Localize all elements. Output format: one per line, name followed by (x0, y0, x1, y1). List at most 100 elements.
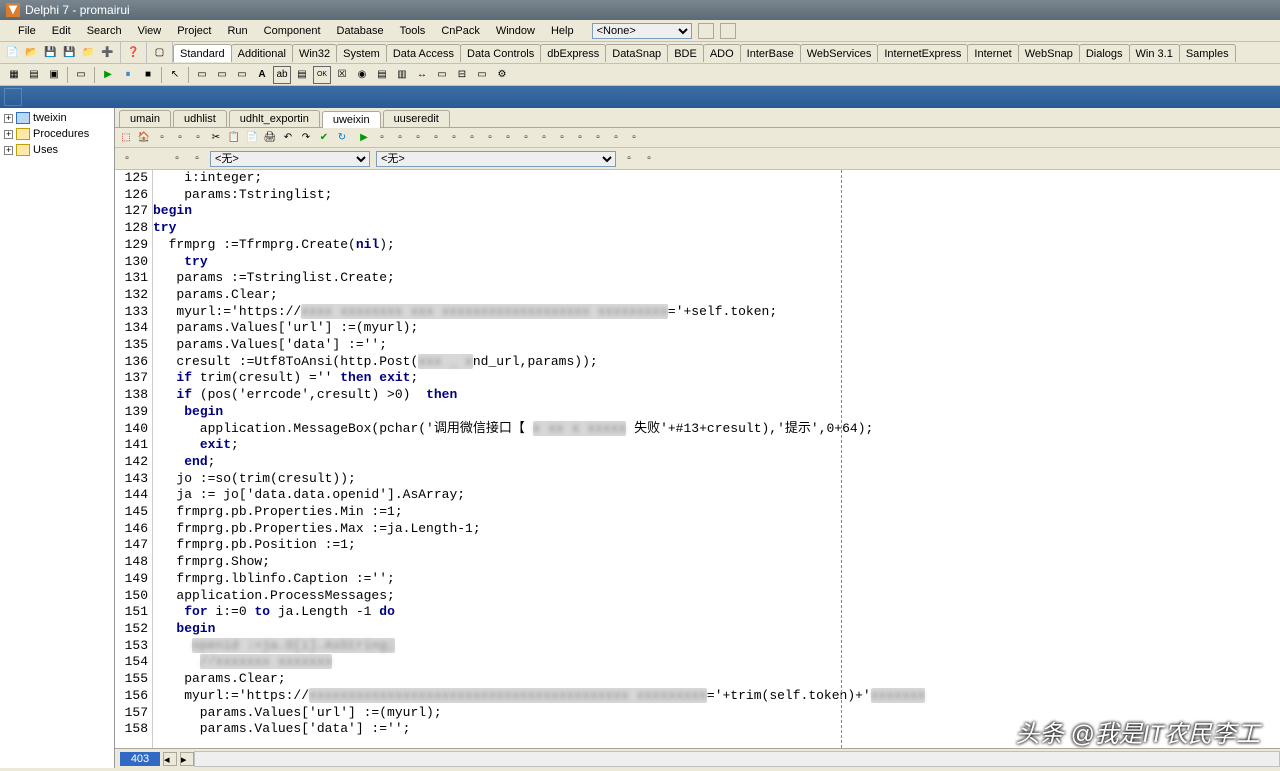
file-tab-udhlt_exportin[interactable]: udhlt_exportin (229, 110, 320, 127)
et-btn16[interactable]: ▫ (392, 130, 408, 146)
et-btn28[interactable]: ▫ (608, 130, 624, 146)
toggle-btn[interactable]: ▣ (45, 66, 63, 84)
help-btn[interactable]: ❓ (125, 44, 142, 61)
et-btn23[interactable]: ▫ (518, 130, 534, 146)
palette-tab-interbase[interactable]: InterBase (740, 44, 801, 62)
openproj-btn[interactable]: 📁 (80, 44, 97, 61)
et-btn20[interactable]: ▫ (464, 130, 480, 146)
file-tab-uuseredit[interactable]: uuseredit (383, 110, 450, 127)
et-btn27[interactable]: ▫ (590, 130, 606, 146)
scroll-left-btn[interactable]: ◂ (163, 752, 177, 766)
nav-icon5[interactable]: ▫ (640, 151, 658, 167)
palette-tab-ado[interactable]: ADO (703, 44, 741, 62)
et-paste-icon[interactable]: 📄 (244, 130, 260, 146)
menu-database[interactable]: Database (329, 23, 392, 39)
palette-tab-internet[interactable]: Internet (967, 44, 1018, 62)
comp-ok-icon[interactable]: OK (313, 66, 331, 84)
addfile-btn[interactable]: ➕ (99, 44, 116, 61)
et-home-icon[interactable]: 🏠 (136, 130, 152, 146)
comp-list-icon[interactable]: ▤ (373, 66, 391, 84)
doc-btn-1[interactable] (4, 88, 22, 106)
comp-check-icon[interactable]: ☒ (333, 66, 351, 84)
file-tab-udhlist[interactable]: udhlist (173, 110, 227, 127)
palette-tab-webservices[interactable]: WebServices (800, 44, 879, 62)
menu-window[interactable]: Window (488, 23, 543, 39)
cursor-icon[interactable]: ↖ (166, 66, 184, 84)
et-btn5[interactable]: ▫ (190, 130, 206, 146)
palette-tab-bde[interactable]: BDE (667, 44, 704, 62)
et-check-icon[interactable]: ✔ (316, 130, 332, 146)
et-btn17[interactable]: ▫ (410, 130, 426, 146)
palette-tab-dbexpress[interactable]: dbExpress (540, 44, 606, 62)
palette-tab-additional[interactable]: Additional (231, 44, 293, 62)
palette-tab-win-3.1[interactable]: Win 3.1 (1129, 44, 1180, 62)
menu-view[interactable]: View (130, 23, 170, 39)
et-copy-icon[interactable]: 📋 (226, 130, 242, 146)
menu-cnpack[interactable]: CnPack (433, 23, 488, 39)
comp-combo-icon[interactable]: ▥ (393, 66, 411, 84)
tree-item-procedures[interactable]: +Procedures (2, 126, 112, 142)
et-btn25[interactable]: ▫ (554, 130, 570, 146)
nav-icon3[interactable]: ▫ (188, 151, 206, 167)
et-undo-icon[interactable]: ↶ (280, 130, 296, 146)
menu-btn-1[interactable] (698, 23, 714, 39)
palette-tab-data-controls[interactable]: Data Controls (460, 44, 541, 62)
comp3-icon[interactable]: ▭ (233, 66, 251, 84)
comp-panel-icon[interactable]: ▭ (473, 66, 491, 84)
class-combo[interactable]: <无> (210, 151, 370, 167)
palette-tab-data-access[interactable]: Data Access (386, 44, 461, 62)
et-btn21[interactable]: ▫ (482, 130, 498, 146)
comp-radio-icon[interactable]: ◉ (353, 66, 371, 84)
method-combo[interactable]: <无> (376, 151, 616, 167)
code-area[interactable]: i:integer; params:Tstringlist; begin try… (153, 170, 1280, 748)
et-btn22[interactable]: ▫ (500, 130, 516, 146)
et-redo-icon[interactable]: ↷ (298, 130, 314, 146)
view-unit-btn[interactable]: ▦ (5, 66, 23, 84)
comp-edit-icon[interactable]: ab (273, 66, 291, 84)
tree-item-tweixin[interactable]: +tweixin (2, 110, 112, 126)
et-btn1[interactable]: ⬚ (118, 130, 134, 146)
menu-run[interactable]: Run (219, 23, 255, 39)
et-btn19[interactable]: ▫ (446, 130, 462, 146)
pointer-btn[interactable]: ▢ (151, 44, 168, 61)
comp-memo-icon[interactable]: ▤ (293, 66, 311, 84)
palette-tab-internetexpress[interactable]: InternetExpress (877, 44, 968, 62)
et-btn29[interactable]: ▫ (626, 130, 642, 146)
et-run-icon[interactable]: ▶ (356, 130, 372, 146)
expand-icon[interactable]: + (4, 114, 13, 123)
comp-radiog-icon[interactable]: ⊟ (453, 66, 471, 84)
file-tab-umain[interactable]: umain (119, 110, 171, 127)
open-btn[interactable]: 📂 (23, 44, 40, 61)
project-combo[interactable]: <None> (592, 23, 692, 39)
menu-btn-2[interactable] (720, 23, 736, 39)
nav-icon2[interactable]: ▫ (168, 151, 186, 167)
menu-file[interactable]: File (10, 23, 44, 39)
comp1-icon[interactable]: ▭ (193, 66, 211, 84)
et-btn24[interactable]: ▫ (536, 130, 552, 146)
et-btn4[interactable]: ▫ (172, 130, 188, 146)
palette-tab-samples[interactable]: Samples (1179, 44, 1236, 62)
palette-tab-datasnap[interactable]: DataSnap (605, 44, 668, 62)
save-btn[interactable]: 💾 (42, 44, 59, 61)
et-btn3[interactable]: ▫ (154, 130, 170, 146)
view-form-btn[interactable]: ▤ (25, 66, 43, 84)
palette-tab-standard[interactable]: Standard (173, 44, 232, 62)
menu-search[interactable]: Search (79, 23, 130, 39)
run-btn[interactable]: ▶ (99, 66, 117, 84)
saveall-btn[interactable]: 💾 (61, 44, 78, 61)
h-scrollbar[interactable] (194, 751, 1280, 767)
expand-icon[interactable]: + (4, 130, 13, 139)
et-btn18[interactable]: ▫ (428, 130, 444, 146)
file-tab-uweixin[interactable]: uweixin (322, 111, 381, 128)
pause-btn[interactable]: ⏸ (119, 66, 137, 84)
tree-item-uses[interactable]: +Uses (2, 142, 112, 158)
menu-component[interactable]: Component (256, 23, 329, 39)
new-btn[interactable]: 📄 (4, 44, 21, 61)
et-btn26[interactable]: ▫ (572, 130, 588, 146)
stop-btn[interactable]: ■ (139, 66, 157, 84)
menu-project[interactable]: Project (169, 23, 219, 39)
menu-edit[interactable]: Edit (44, 23, 79, 39)
scroll-right-btn[interactable]: ▸ (180, 752, 194, 766)
et-print-icon[interactable]: 🖨 (262, 130, 278, 146)
menu-help[interactable]: Help (543, 23, 582, 39)
